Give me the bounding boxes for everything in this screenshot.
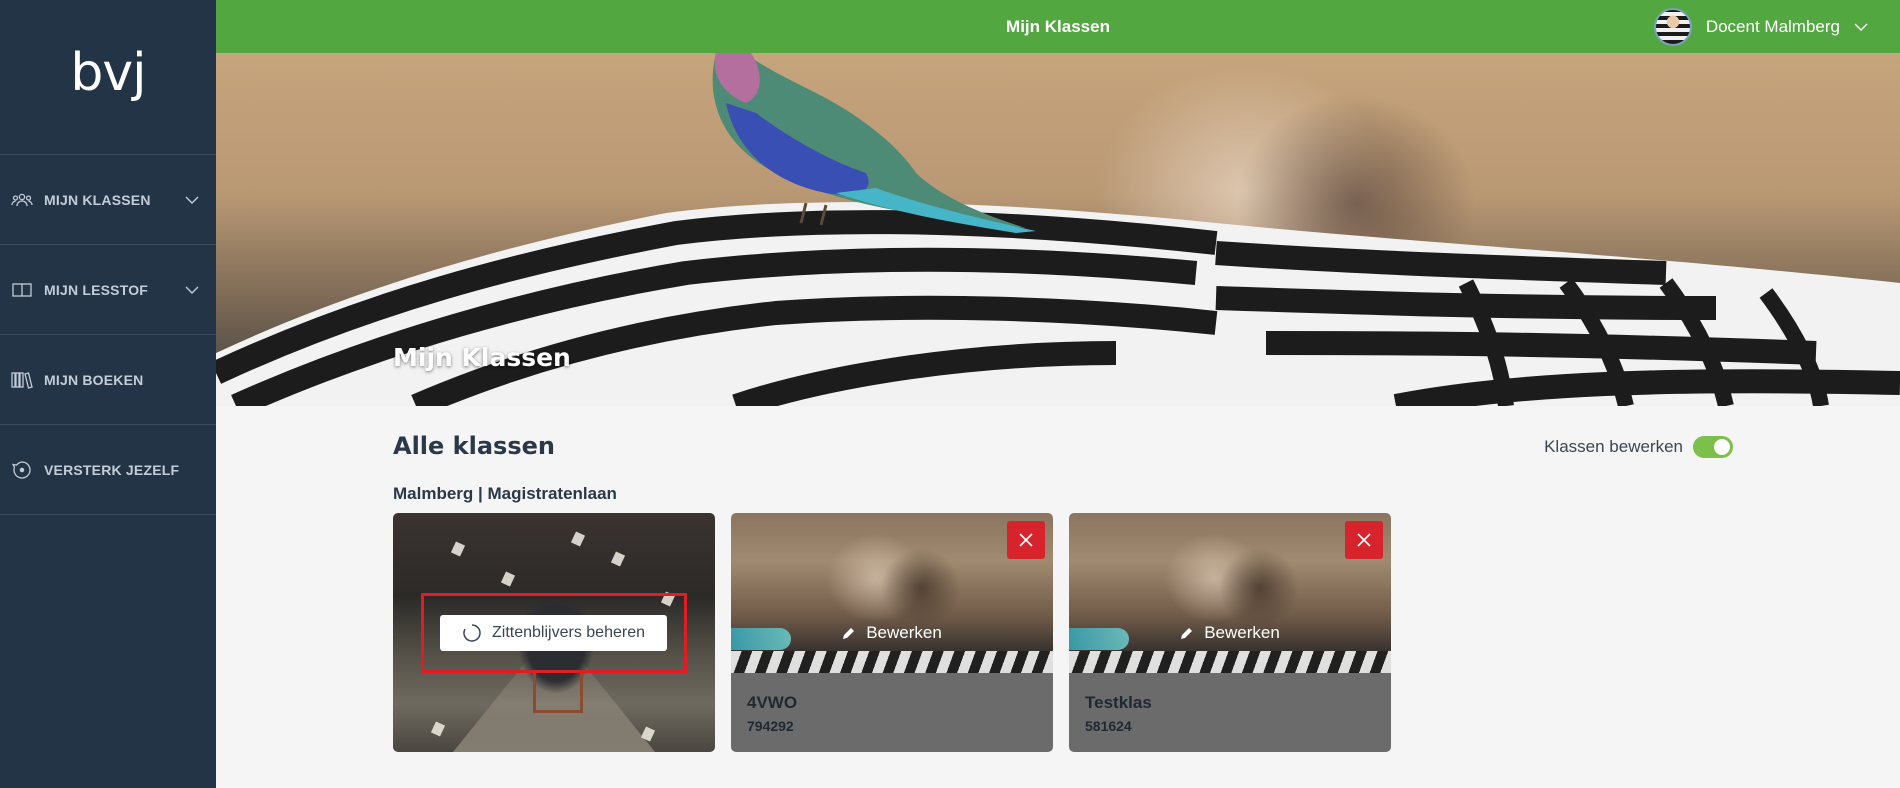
sidebar-item-label: MIJN BOEKEN: [44, 371, 144, 388]
class-code: 794292: [747, 718, 794, 734]
toggle-knob: [1714, 439, 1730, 455]
class-card-info: Testklas 581624: [1069, 673, 1391, 752]
class-code: 581624: [1085, 718, 1132, 734]
class-card[interactable]: Bewerken Testklas 581624: [1069, 513, 1391, 752]
compass-icon: [10, 458, 34, 482]
class-name: 4VWO: [747, 693, 798, 712]
class-card-list: Zittenblijvers beheren Bewerken 4VWO 794…: [393, 513, 1407, 752]
close-icon: [1019, 533, 1033, 547]
page-title: Mijn Klassen: [1006, 17, 1110, 36]
logo[interactable]: bvj: [0, 0, 216, 155]
sidebar-item-mijn-klassen[interactable]: MIJN KLASSEN: [0, 155, 216, 245]
sidebar-item-label: MIJN LESSTOF: [44, 281, 149, 298]
class-card-info: 4VWO 794292: [731, 673, 1053, 752]
hero-title: Mijn Klassen: [393, 343, 571, 372]
class-name: Testklas: [1085, 693, 1152, 712]
avatar: [1653, 7, 1692, 46]
refresh-icon: [463, 624, 481, 642]
edit-classes-toggle[interactable]: [1693, 436, 1733, 458]
book-open-icon: [10, 278, 34, 302]
manage-repeaters-label: Zittenblijvers beheren: [492, 624, 645, 641]
sidebar-item-mijn-lesstof[interactable]: MIJN LESSTOF: [0, 245, 216, 335]
edit-class-button[interactable]: Bewerken: [1069, 623, 1391, 643]
edit-classes-toggle-group: Klassen bewerken: [1544, 436, 1733, 458]
sidebar-item-label: MIJN KLASSEN: [44, 191, 151, 208]
topbar: Mijn Klassen Docent Malmberg: [216, 0, 1900, 53]
hero-banner: Mijn Klassen: [216, 53, 1900, 406]
edit-class-label: Bewerken: [1204, 623, 1280, 642]
school-name: Malmberg | Magistratenlaan: [393, 484, 617, 503]
class-card-image: [731, 513, 1053, 673]
card-image-paper: [610, 551, 626, 567]
chevron-down-icon: [176, 196, 208, 204]
sidebar-item-mijn-boeken[interactable]: MIJN BOEKEN: [0, 335, 216, 425]
manage-repeaters-card: Zittenblijvers beheren: [393, 513, 715, 752]
user-name: Docent Malmberg: [1705, 16, 1840, 36]
chevron-down-icon: [1854, 18, 1868, 36]
card-image-chair: [533, 673, 583, 713]
class-card[interactable]: Bewerken 4VWO 794292: [731, 513, 1053, 752]
close-icon: [1357, 533, 1371, 547]
manage-repeaters-button[interactable]: Zittenblijvers beheren: [440, 615, 667, 651]
pencil-icon: [1181, 628, 1193, 639]
card-image-paper: [500, 571, 516, 587]
edit-class-button[interactable]: Bewerken: [731, 623, 1053, 643]
user-menu[interactable]: Docent Malmberg: [1653, 0, 1868, 53]
card-image-paper: [570, 531, 586, 547]
toggle-label: Klassen bewerken: [1544, 437, 1683, 456]
sidebar-item-label: VERSTERK JEZELF: [44, 461, 180, 478]
sidebar: bvj MIJN KLASSEN MIJN LESSTOF MIJN BOEKE…: [0, 0, 216, 788]
class-card-image: [1069, 513, 1391, 673]
chevron-down-icon: [176, 286, 208, 294]
sidebar-item-versterk-jezelf[interactable]: VERSTERK JEZELF: [0, 425, 216, 515]
pencil-icon: [843, 628, 855, 639]
delete-class-button[interactable]: [1007, 521, 1045, 559]
card-image-paper: [450, 541, 466, 557]
users-icon: [10, 188, 34, 212]
bookshelf-icon: [10, 368, 34, 392]
edit-class-label: Bewerken: [866, 623, 942, 642]
card-image-paper: [430, 721, 446, 737]
delete-class-button[interactable]: [1345, 521, 1383, 559]
section-title: Alle klassen: [393, 432, 555, 460]
